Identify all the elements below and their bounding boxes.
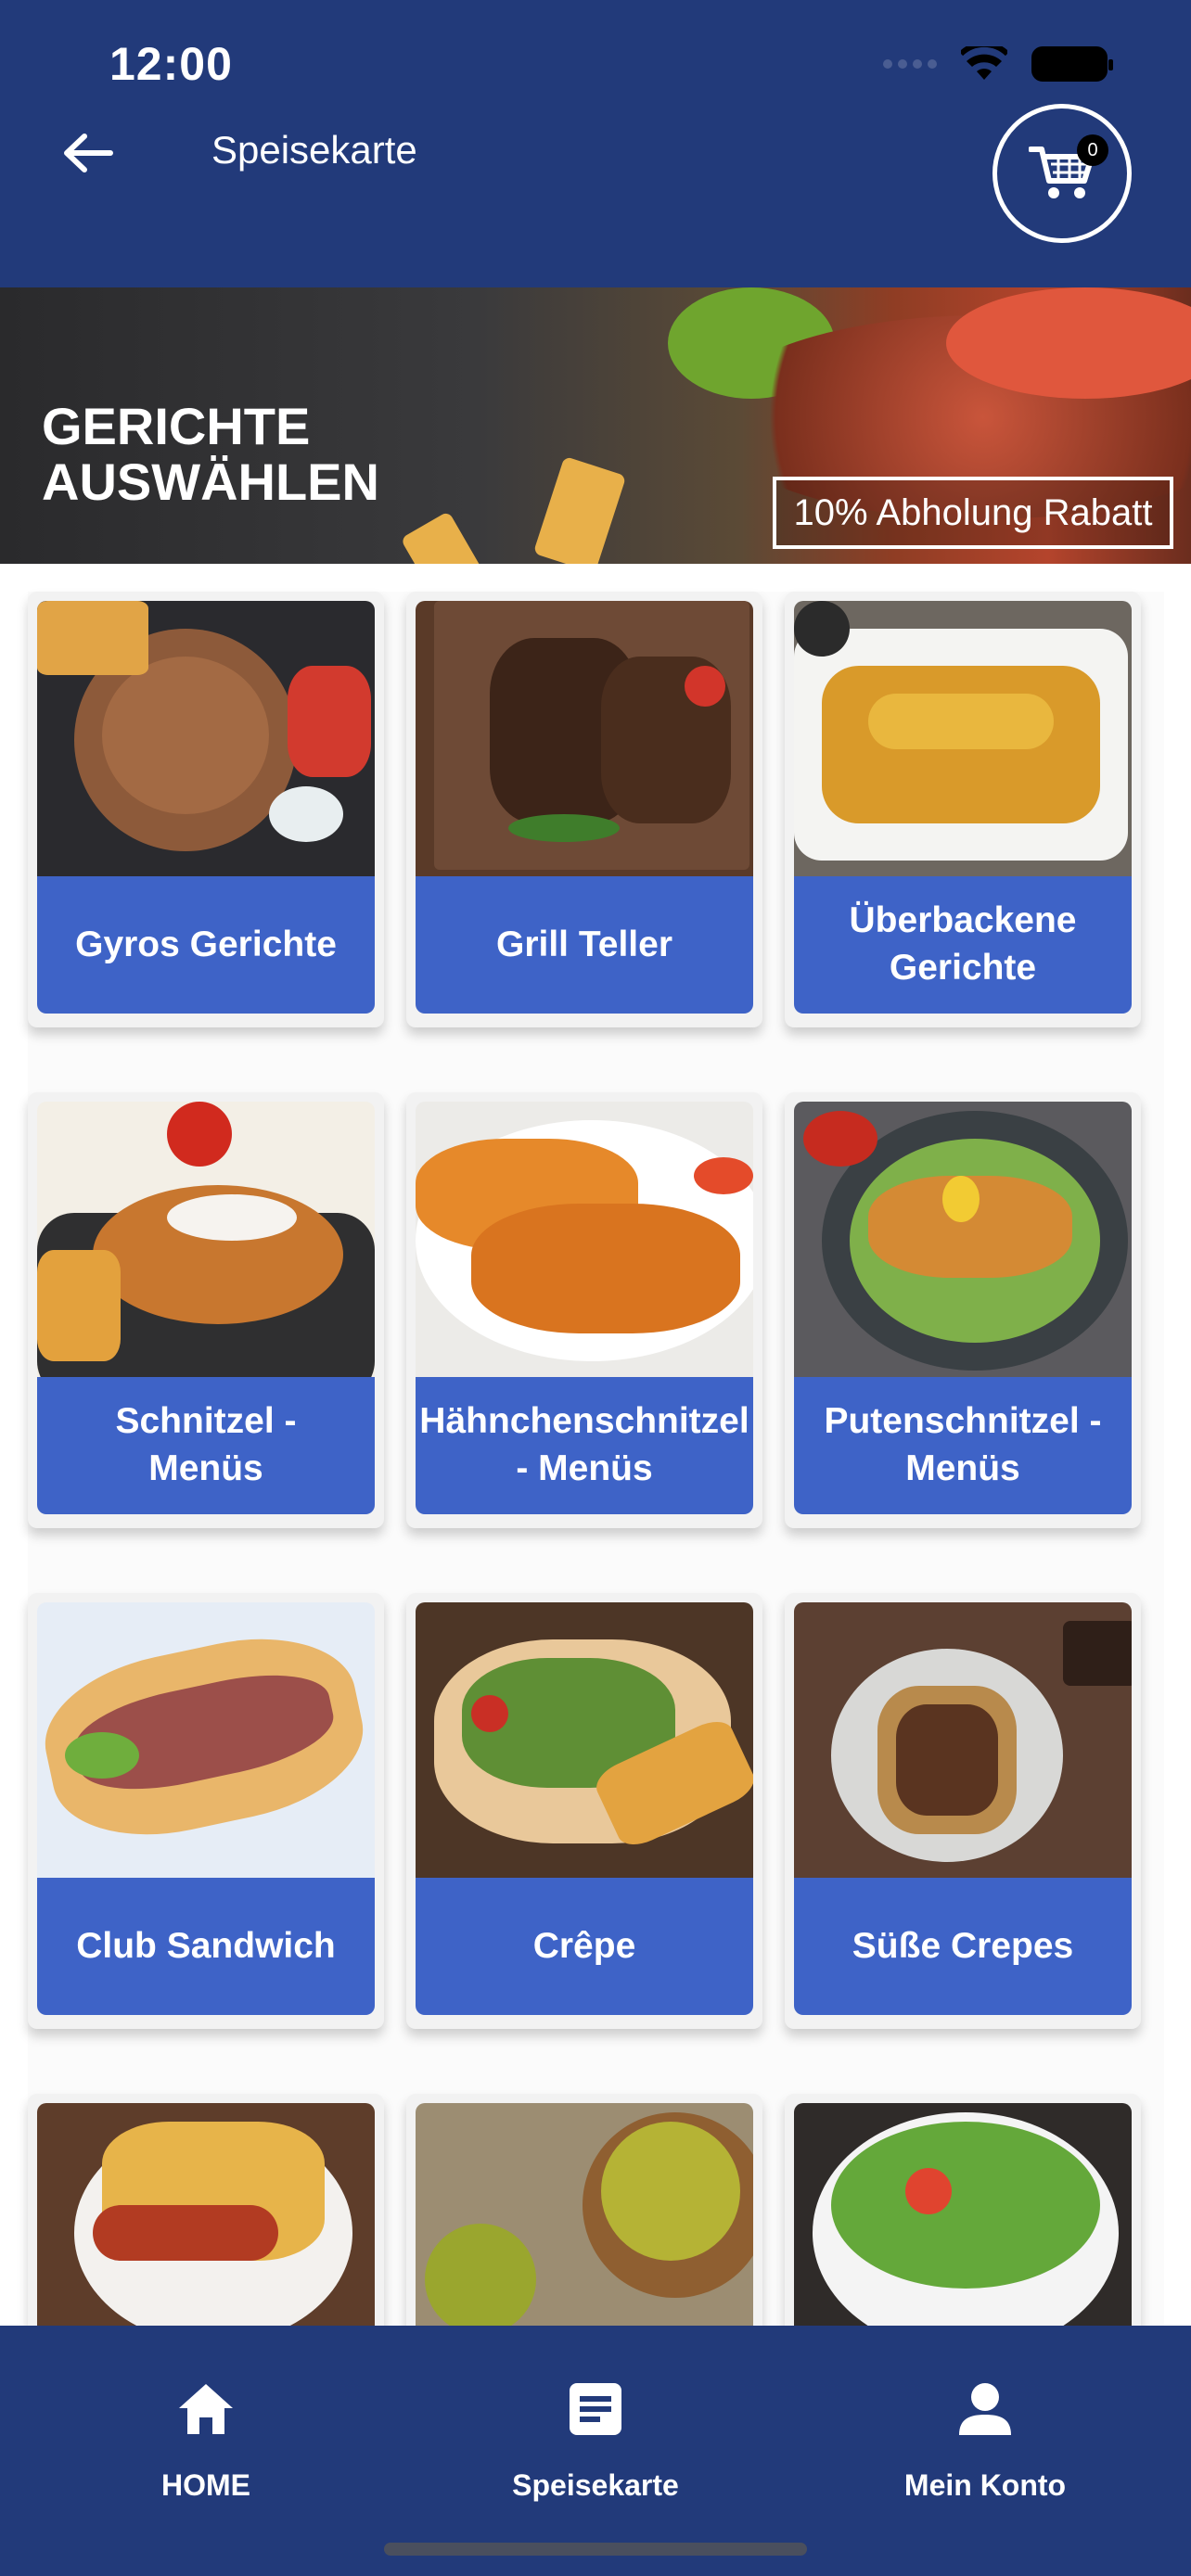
category-image xyxy=(794,1102,1132,1377)
home-icon xyxy=(179,2384,233,2434)
category-card-gyros[interactable]: Gyros Gerichte xyxy=(28,592,384,1027)
category-label: Club Sandwich xyxy=(37,1878,375,2015)
category-label: Überbackene Gerichte xyxy=(794,876,1132,1014)
banner-image-fries xyxy=(400,511,491,564)
category-card-crepe[interactable]: Crêpe xyxy=(406,1593,762,2029)
category-image xyxy=(37,2103,375,2326)
banner-image-fries xyxy=(532,455,627,564)
category-image xyxy=(794,2103,1132,2326)
category-card-currywurst[interactable] xyxy=(28,2094,384,2326)
menu-list-icon xyxy=(570,2383,621,2435)
wifi-icon xyxy=(961,46,1007,80)
status-icons xyxy=(883,46,1113,82)
category-card-haehnchenschnitzel[interactable]: Hähnchenschnitzel - Menüs xyxy=(406,1092,762,1528)
back-arrow-icon xyxy=(64,134,113,172)
category-label: Süße Crepes xyxy=(794,1878,1132,2015)
category-label: Schnitzel - Menüs xyxy=(37,1377,375,1514)
battery-icon xyxy=(1031,46,1113,82)
category-card-ueberbacken[interactable]: Überbackene Gerichte xyxy=(785,592,1141,1027)
app-header: 12:00 Speisekarte 0 xyxy=(0,0,1191,287)
category-label: Grill Teller xyxy=(416,876,753,1014)
category-image xyxy=(416,1602,753,1878)
category-image xyxy=(416,1102,753,1377)
category-label: Crêpe xyxy=(416,1878,753,2015)
category-image xyxy=(37,601,375,876)
status-time: 12:00 xyxy=(109,38,233,90)
category-card-salat[interactable] xyxy=(785,2094,1141,2326)
nav-item-home[interactable]: HOME xyxy=(67,2381,345,2503)
category-card-club-sandwich[interactable]: Club Sandwich xyxy=(28,1593,384,2029)
hero-banner: GERICHTE AUSWÄHLEN 10% Abholung Rabatt xyxy=(0,287,1191,564)
banner-title: GERICHTE AUSWÄHLEN xyxy=(42,397,379,512)
category-image xyxy=(37,1102,375,1377)
page-title: Speisekarte xyxy=(211,128,417,172)
nav-item-mein-konto[interactable]: Mein Konto xyxy=(846,2381,1124,2503)
back-button[interactable] xyxy=(56,121,121,185)
account-icon xyxy=(959,2383,1011,2435)
category-label: Gyros Gerichte xyxy=(37,876,375,1014)
category-image xyxy=(416,601,753,876)
category-card-oliven[interactable] xyxy=(406,2094,762,2326)
nav-label: Mein Konto xyxy=(903,2468,1067,2502)
category-card-putenschnitzel[interactable]: Putenschnitzel - Menüs xyxy=(785,1092,1141,1528)
nav-item-speisekarte[interactable]: Speisekarte xyxy=(456,2381,735,2503)
promo-badge: 10% Abholung Rabatt xyxy=(773,477,1173,549)
category-image xyxy=(37,1602,375,1878)
category-grid: Gyros Gerichte Grill Teller Überbackene … xyxy=(0,564,1191,2326)
category-label: Putenschnitzel - Menüs xyxy=(794,1377,1132,1514)
category-image xyxy=(794,601,1132,876)
category-image xyxy=(794,1602,1132,1878)
category-card-grill[interactable]: Grill Teller xyxy=(406,592,762,1027)
category-label: Hähnchenschnitzel - Menüs xyxy=(416,1377,753,1514)
nav-label: HOME xyxy=(161,2468,250,2502)
cart-button[interactable]: 0 xyxy=(992,104,1132,243)
cart-count-badge: 0 xyxy=(1077,134,1108,166)
home-indicator[interactable] xyxy=(384,2543,807,2556)
category-image xyxy=(416,2103,753,2326)
category-card-schnitzel[interactable]: Schnitzel - Menüs xyxy=(28,1092,384,1528)
category-card-suesse-crepes[interactable]: Süße Crepes xyxy=(785,1593,1141,2029)
cellular-signal-icon xyxy=(883,59,937,69)
bottom-nav: HOME Speisekarte Mein Konto xyxy=(0,2326,1191,2576)
nav-label: Speisekarte xyxy=(512,2468,679,2502)
